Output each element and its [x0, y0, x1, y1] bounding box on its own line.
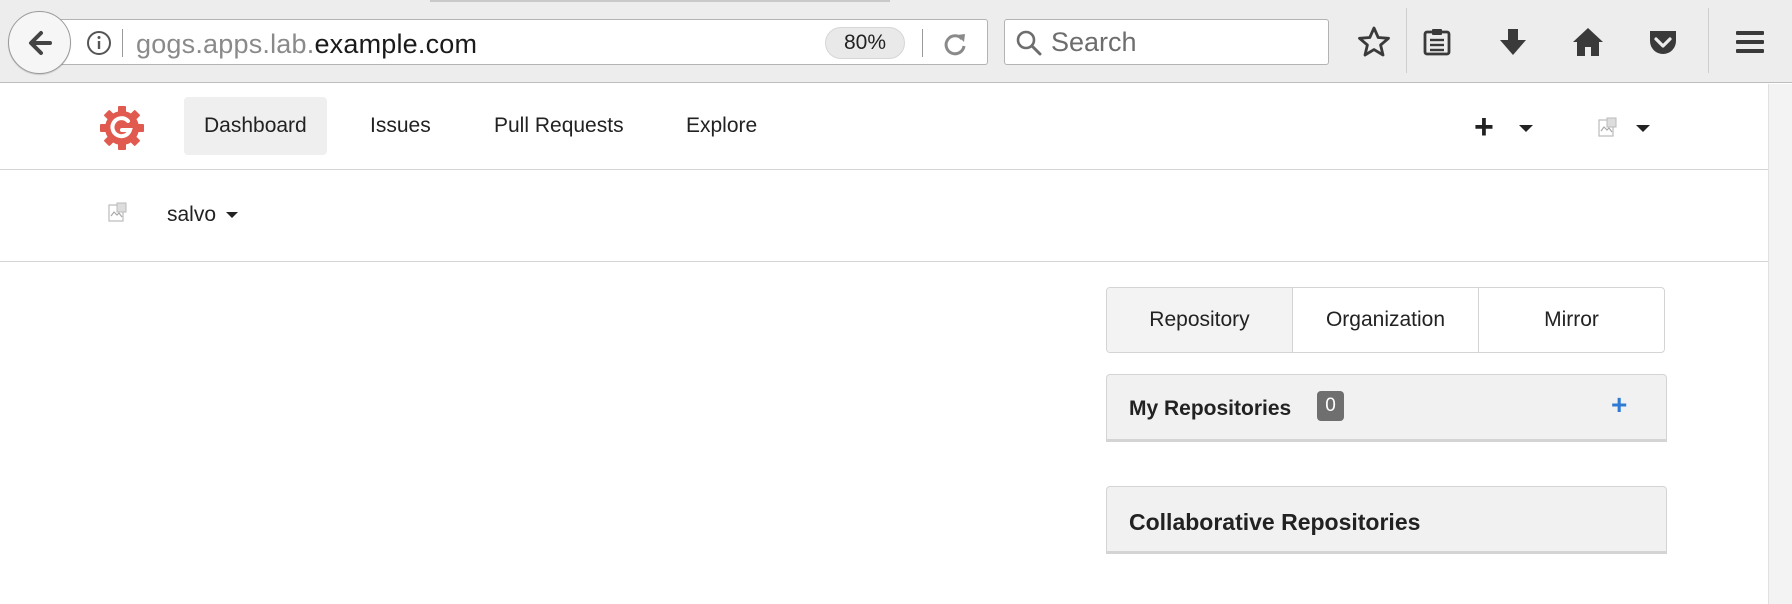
repo-count-badge: 0 [1317, 391, 1344, 421]
browser-toolbar: gogs.apps.lab.example.com 80% [0, 0, 1792, 83]
pocket-button[interactable] [1643, 22, 1683, 62]
download-icon [1500, 29, 1526, 55]
site-header: Dashboard Issues Pull Requests Explore + [0, 84, 1768, 170]
nav-issues[interactable]: Issues [350, 97, 451, 155]
url-prefix: gogs.apps.lab. [136, 29, 315, 59]
tab-repository[interactable]: Repository [1107, 288, 1293, 352]
create-new-button[interactable]: + [1474, 110, 1494, 144]
collaborative-repositories-panel: Collaborative Repositories [1106, 486, 1667, 554]
url-text[interactable]: gogs.apps.lab.example.com [136, 29, 477, 60]
zoom-indicator[interactable]: 80% [825, 27, 905, 59]
page-scrollbar[interactable] [1768, 84, 1792, 604]
search-icon [1016, 30, 1042, 56]
menu-button[interactable] [1730, 22, 1770, 62]
context-switcher-bar: salvo [0, 170, 1768, 262]
download-button[interactable] [1493, 22, 1533, 62]
new-repository-button[interactable]: + [1611, 391, 1627, 419]
url-domain: example.com [314, 29, 478, 59]
gogs-logo-icon[interactable] [98, 104, 146, 152]
url-separator-2 [922, 29, 923, 57]
toolbar-separator-2 [1708, 8, 1709, 73]
bookmark-star-icon [1358, 26, 1390, 57]
search-bar[interactable] [1004, 19, 1329, 65]
user-avatar-icon[interactable] [1596, 117, 1618, 139]
reload-icon[interactable] [940, 29, 970, 59]
context-avatar-icon [108, 202, 127, 222]
search-input[interactable] [1051, 25, 1321, 59]
tab-mirror[interactable]: Mirror [1479, 288, 1664, 352]
reading-list-icon [1423, 29, 1451, 56]
info-icon[interactable] [86, 30, 112, 56]
home-icon [1573, 28, 1603, 56]
bookmark-star-button[interactable] [1354, 22, 1394, 62]
context-username: salvo [167, 203, 217, 226]
url-separator [122, 29, 123, 57]
home-button[interactable] [1568, 22, 1608, 62]
toolbar-separator [1406, 8, 1407, 73]
pocket-icon [1650, 31, 1676, 54]
my-repositories-title: My Repositories [1129, 397, 1292, 420]
nav-dashboard[interactable]: Dashboard [184, 97, 327, 155]
user-dropdown-caret-icon[interactable] [1636, 125, 1650, 132]
nav-pull-requests[interactable]: Pull Requests [474, 97, 644, 155]
tab-strip-indicator [430, 0, 890, 2]
back-button[interactable] [8, 11, 71, 74]
hamburger-menu-icon [1736, 31, 1764, 53]
repo-type-tabs: Repository Organization Mirror [1106, 287, 1665, 353]
create-dropdown-caret-icon[interactable] [1519, 125, 1533, 132]
context-user-switcher[interactable]: salvo [167, 203, 239, 227]
context-caret-icon [226, 212, 239, 218]
collaborative-repositories-title: Collaborative Repositories [1129, 509, 1421, 535]
my-repositories-panel: My Repositories 0 + [1106, 374, 1667, 442]
tab-organization[interactable]: Organization [1293, 288, 1479, 352]
nav-explore[interactable]: Explore [666, 97, 777, 155]
url-bar[interactable]: gogs.apps.lab.example.com 80% [56, 19, 988, 65]
back-icon [28, 30, 52, 55]
reading-list-button[interactable] [1417, 22, 1457, 62]
